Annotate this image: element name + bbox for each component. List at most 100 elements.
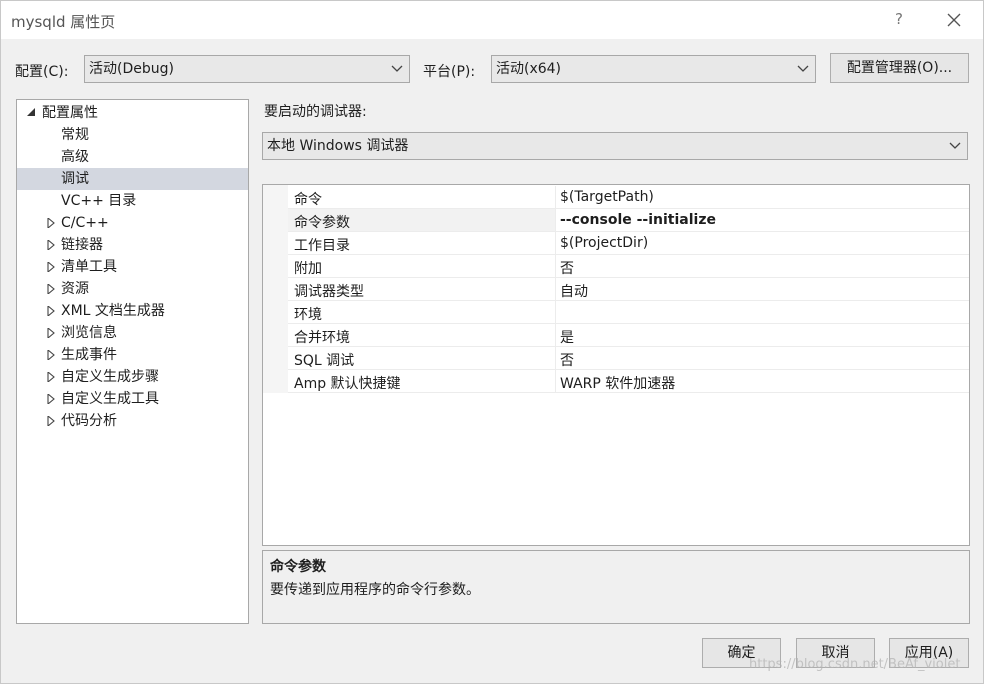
property-pages-dialog: mysqld 属性页 ? 配置(C): 活动(Debug) 平台(P): 活动(… — [0, 0, 984, 684]
property-name: 命令 — [294, 192, 322, 208]
property-value[interactable]: WARP 软件加速器 — [560, 373, 675, 393]
tree-item[interactable]: 高级 — [17, 146, 248, 168]
config-label: 配置(C): — [15, 64, 69, 80]
expanded-triangle-icon — [27, 108, 35, 116]
property-name: 命令参数 — [294, 215, 350, 231]
tree-item[interactable]: 清单工具 — [17, 256, 248, 278]
title-bar: mysqld 属性页 ? — [1, 1, 983, 39]
debugger-dropdown[interactable]: 本地 Windows 调试器 — [262, 132, 968, 160]
tree-item[interactable]: 调试 — [17, 168, 248, 190]
property-value[interactable]: 是 — [560, 327, 574, 347]
close-button[interactable] — [941, 7, 967, 33]
tree-item[interactable]: 自定义生成工具 — [17, 388, 248, 410]
property-row[interactable]: 调试器类型 自动 — [288, 278, 969, 301]
tree-item-config-properties[interactable]: 配置属性 — [17, 102, 248, 124]
tree-item-label: 链接器 — [61, 237, 103, 253]
property-tree[interactable]: 配置属性 常规高级调试 VC++ 目录 C/C++ 链接器清单工具资源 XML 文档生成… — [16, 99, 249, 624]
platform-dropdown-value: 活动(x64) — [496, 61, 562, 77]
tree-item[interactable]: C/C++ — [17, 212, 248, 234]
debugger-label: 要启动的调试器: — [264, 104, 367, 120]
description-text: 要传递到应用程序的命令行参数。 — [270, 582, 480, 598]
collapsed-triangle-icon[interactable] — [47, 394, 55, 404]
close-icon — [947, 13, 961, 27]
property-name: 调试器类型 — [294, 284, 364, 300]
collapsed-triangle-icon[interactable] — [47, 284, 55, 294]
property-row[interactable]: 工作目录 $(ProjectDir) — [288, 232, 969, 255]
chevron-down-icon — [391, 65, 403, 72]
collapsed-triangle-icon[interactable] — [47, 218, 55, 228]
property-row[interactable]: 命令参数 --console --initialize — [288, 209, 969, 232]
config-dropdown[interactable]: 活动(Debug) — [84, 55, 410, 83]
tree-item-label: XML 文档生成器 — [61, 303, 165, 319]
tree-item-label: 清单工具 — [61, 259, 117, 275]
tree-item-label: 浏览信息 — [61, 325, 117, 341]
property-name: 附加 — [294, 261, 322, 277]
tree-item-label: 生成事件 — [61, 347, 117, 363]
column-divider — [555, 232, 556, 255]
property-name: SQL 调试 — [294, 353, 355, 369]
collapsed-triangle-icon[interactable] — [47, 328, 55, 338]
tree-item[interactable]: XML 文档生成器 — [17, 300, 248, 322]
chevron-down-icon — [949, 142, 961, 149]
property-name: 环境 — [294, 307, 322, 323]
platform-label: 平台(P): — [423, 64, 476, 80]
tree-item-label: 调试 — [61, 171, 89, 187]
tree-item-label: 代码分析 — [61, 413, 117, 429]
property-row[interactable]: 命令 $(TargetPath) — [288, 186, 969, 209]
property-value[interactable]: $(ProjectDir) — [560, 235, 648, 251]
property-value[interactable]: --console --initialize — [560, 212, 716, 228]
tree-item[interactable]: 浏览信息 — [17, 322, 248, 344]
tree-item-label: 自定义生成工具 — [61, 391, 159, 407]
collapsed-triangle-icon[interactable] — [47, 416, 55, 426]
platform-dropdown[interactable]: 活动(x64) — [491, 55, 816, 83]
tree-item-label: 高级 — [61, 149, 89, 165]
collapsed-triangle-icon[interactable] — [47, 262, 55, 272]
property-value[interactable]: 否 — [560, 258, 574, 278]
property-value[interactable]: $(TargetPath) — [560, 189, 654, 205]
tree-item-label: 自定义生成步骤 — [61, 369, 159, 385]
property-name: 工作目录 — [294, 238, 350, 254]
tree-item[interactable]: VC++ 目录 — [17, 190, 248, 212]
column-divider — [555, 255, 556, 278]
tree-item[interactable]: 自定义生成步骤 — [17, 366, 248, 388]
tree-item-label: C/C++ — [61, 215, 109, 231]
description-panel: 命令参数 要传递到应用程序的命令行参数。 — [262, 550, 970, 624]
property-row[interactable]: 合并环境 是 — [288, 324, 969, 347]
tree-item-label: 资源 — [61, 281, 89, 297]
property-row[interactable]: 附加 否 — [288, 255, 969, 278]
tree-item-label: VC++ 目录 — [61, 193, 137, 209]
column-divider — [555, 301, 556, 324]
column-divider — [555, 370, 556, 393]
property-grid-gutter — [263, 185, 288, 393]
description-title: 命令参数 — [270, 559, 326, 575]
property-value[interactable]: 自动 — [560, 281, 588, 301]
window-title: mysqld 属性页 — [11, 13, 116, 31]
tree-item-label: 常规 — [61, 127, 89, 143]
property-name: Amp 默认快捷键 — [294, 376, 401, 392]
tree-item[interactable]: 生成事件 — [17, 344, 248, 366]
property-row[interactable]: 环境 — [288, 301, 969, 324]
collapsed-triangle-icon[interactable] — [47, 350, 55, 360]
tree-item[interactable]: 代码分析 — [17, 410, 248, 432]
property-value[interactable]: 否 — [560, 350, 574, 370]
tree-item[interactable]: 常规 — [17, 124, 248, 146]
column-divider — [555, 186, 556, 209]
column-divider — [555, 347, 556, 370]
tree-item[interactable]: 链接器 — [17, 234, 248, 256]
help-button[interactable]: ? — [887, 7, 911, 31]
column-divider — [555, 209, 556, 232]
config-dropdown-value: 活动(Debug) — [89, 61, 174, 77]
property-row[interactable]: SQL 调试 否 — [288, 347, 969, 370]
property-row[interactable]: Amp 默认快捷键 WARP 软件加速器 — [288, 370, 969, 393]
watermark: https://blog.csdn.net/BeAf_violet — [749, 657, 961, 672]
property-name: 合并环境 — [294, 330, 350, 346]
column-divider — [555, 324, 556, 347]
property-grid[interactable]: 命令 $(TargetPath) 命令参数 --console --initializ… — [262, 184, 970, 546]
config-manager-button[interactable]: 配置管理器(O)... — [830, 53, 969, 83]
column-divider — [555, 278, 556, 301]
collapsed-triangle-icon[interactable] — [47, 240, 55, 250]
collapsed-triangle-icon[interactable] — [47, 306, 55, 316]
collapsed-triangle-icon[interactable] — [47, 372, 55, 382]
tree-item-label: 配置属性 — [42, 105, 98, 121]
tree-item[interactable]: 资源 — [17, 278, 248, 300]
